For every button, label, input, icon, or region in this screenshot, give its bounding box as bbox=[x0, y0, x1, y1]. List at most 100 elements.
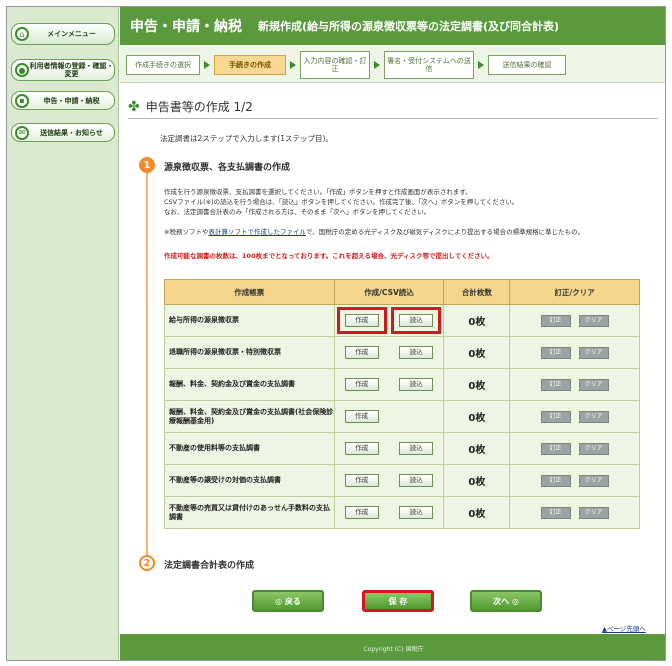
create-button[interactable]: 作成 bbox=[344, 378, 379, 391]
edit-clear-cell: 訂正 クリア bbox=[509, 336, 640, 369]
highlight-box: 作成 bbox=[336, 307, 387, 334]
edit-clear-cell: 訂正 クリア bbox=[509, 400, 640, 433]
page-top-link[interactable]: ▲ページ先頭へ bbox=[602, 623, 646, 633]
clear-button[interactable]: クリア bbox=[578, 474, 609, 487]
step-arrow-icon bbox=[204, 61, 210, 69]
edit-button[interactable]: 訂正 bbox=[540, 346, 571, 359]
sidebar-item-main-menu[interactable]: ⌂ メインメニュー bbox=[11, 23, 115, 45]
edit-clear-cell: 訂正 クリア bbox=[509, 432, 640, 465]
main-content: ✤ 申告書等の作成 1/2 法定調書は2ステップで入力します(1ステップ目)。 … bbox=[120, 83, 665, 634]
create-button[interactable]: 作成 bbox=[344, 314, 379, 327]
total-count: 0枚 bbox=[443, 496, 511, 529]
total-count: 0枚 bbox=[443, 432, 511, 465]
home-icon: ⌂ bbox=[15, 27, 29, 41]
document-name: 報酬、料金、契約金及び賞金の支払調書 bbox=[164, 368, 335, 401]
step-select-procedure[interactable]: 作成手続きの選択 bbox=[126, 55, 200, 75]
total-count: 0枚 bbox=[443, 464, 511, 497]
create-load-cell: 作成 読込 bbox=[333, 432, 445, 465]
create-button[interactable]: 作成 bbox=[344, 346, 379, 359]
total-count: 0枚 bbox=[443, 400, 511, 433]
sidebar-item-label: 送信結果・お知らせ bbox=[40, 128, 103, 137]
step-arrow-icon bbox=[290, 61, 296, 69]
create-button[interactable]: 作成 bbox=[344, 474, 379, 487]
step-confirm-input: 入力内容の確認・訂正 bbox=[300, 51, 370, 79]
note-text: ※税務ソフトや bbox=[164, 228, 209, 236]
table-row: 不動産等の売買又は貸付けのあっせん手数料の支払調書 作成 読込 0枚 訂正 クリア bbox=[164, 496, 640, 529]
step-arrow-icon bbox=[478, 61, 484, 69]
header-subtitle: 新規作成(給与所得の源泉徴収票等の法定調書(及び同合計表) bbox=[258, 20, 560, 33]
edit-clear-cell: 訂正 クリア bbox=[509, 304, 640, 337]
document-name: 不動産の使用料等の支払調書 bbox=[164, 432, 335, 465]
clear-button[interactable]: クリア bbox=[578, 442, 609, 455]
create-button[interactable]: 作成 bbox=[344, 506, 379, 519]
table-row: 不動産の使用料等の支払調書 作成 読込 0枚 訂正 クリア bbox=[164, 432, 640, 465]
load-button[interactable]: 読込 bbox=[399, 346, 434, 359]
document-table: 作成帳票 作成/CSV読込 合計枚数 訂正/クリア 給与所得の源泉徴収票 作成 … bbox=[164, 279, 640, 529]
table-row: 給与所得の源泉徴収票 作成 読込 0枚 訂正 クリア bbox=[164, 304, 640, 337]
edit-button[interactable]: 訂正 bbox=[540, 474, 571, 487]
create-load-cell: 作成 読込 bbox=[333, 336, 445, 369]
intro-text: 法定調書は2ステップで入力します(1ステップ目)。 bbox=[160, 134, 333, 143]
table-row: 不動産等の譲受けの対価の支払調書 作成 読込 0枚 訂正 クリア bbox=[164, 464, 640, 497]
table-row: 報酬、料金、契約金及び賞金の支払調書(社会保険診療報酬基金用) 作成 0枚 訂正… bbox=[164, 400, 640, 433]
section-2-number: 2 bbox=[139, 555, 155, 571]
total-count: 0枚 bbox=[443, 304, 511, 337]
step-sign-send: 署名・受付システムへの送信 bbox=[384, 51, 474, 79]
page-title-text: 申告書等の作成 1/2 bbox=[145, 100, 253, 114]
highlight-box: 読込 bbox=[391, 307, 442, 334]
edit-button[interactable]: 訂正 bbox=[540, 506, 571, 519]
edit-clear-cell: 訂正 クリア bbox=[509, 464, 640, 497]
edit-button[interactable]: 訂正 bbox=[540, 314, 571, 327]
sidebar-item-results[interactable]: ✉ 送信結果・お知らせ bbox=[11, 123, 115, 142]
limit-warning: 作成可能な調書の枚数は、100枚までとなっております。これを超える場合、光ディス… bbox=[164, 252, 494, 260]
load-button[interactable]: 読込 bbox=[399, 314, 434, 327]
create-button[interactable]: 作成 bbox=[344, 442, 379, 455]
edit-button[interactable]: 訂正 bbox=[540, 378, 571, 391]
page-header: 申告・申請・納税 新規作成(給与所得の源泉徴収票等の法定調書(及び同合計表) bbox=[120, 7, 665, 45]
load-button[interactable]: 読込 bbox=[399, 474, 434, 487]
next-button[interactable]: 次へ ◎ bbox=[470, 590, 542, 612]
sidebar-item-label: 申告・申請・納税 bbox=[43, 96, 100, 105]
sidebar-item-filing[interactable]: ▪ 申告・申請・納税 bbox=[11, 91, 115, 110]
total-count: 0枚 bbox=[443, 368, 511, 401]
section-1-title: 源泉徴収票、各支払調書の作成 bbox=[164, 163, 291, 173]
sidebar-item-user-info[interactable]: ● 利用者情報の登録・確認・変更 bbox=[11, 59, 115, 81]
create-load-cell: 作成 読込 bbox=[333, 368, 445, 401]
note-text: で、国税庁の定める光ディスク及び磁気ディスクにより提出する場合の標準規格に準じた… bbox=[305, 228, 585, 236]
edit-clear-cell: 訂正 クリア bbox=[509, 496, 640, 529]
clear-button[interactable]: クリア bbox=[578, 314, 609, 327]
clear-button[interactable]: クリア bbox=[578, 506, 609, 519]
description-line: なお、法定調書合計表のみ「作成される方は、そのまま「次へ」ボタンを押してください… bbox=[164, 208, 431, 216]
header-title: 申告・申請・納税 bbox=[130, 19, 242, 35]
clear-button[interactable]: クリア bbox=[578, 346, 609, 359]
edit-button[interactable]: 訂正 bbox=[540, 410, 571, 423]
spreadsheet-file-link[interactable]: 表計算ソフトで作成したファイル bbox=[208, 228, 306, 236]
sidebar-item-label: メインメニュー bbox=[47, 30, 96, 38]
section-2-title: 法定調書合計表の作成 bbox=[164, 561, 255, 571]
page-title: ✤ 申告書等の作成 1/2 bbox=[128, 95, 658, 119]
edit-button[interactable]: 訂正 bbox=[540, 442, 571, 455]
document-name: 不動産等の譲受けの対価の支払調書 bbox=[164, 464, 335, 497]
load-button[interactable]: 読込 bbox=[399, 442, 434, 455]
column-header: 合計枚数 bbox=[443, 279, 511, 305]
load-button[interactable]: 読込 bbox=[399, 506, 434, 519]
clear-button[interactable]: クリア bbox=[578, 378, 609, 391]
section-connector bbox=[146, 171, 148, 555]
save-button[interactable]: 保 存 bbox=[362, 590, 434, 612]
column-header: 作成/CSV読込 bbox=[333, 279, 445, 305]
document-name: 不動産等の売買又は貸付けのあっせん手数料の支払調書 bbox=[164, 496, 335, 529]
clear-button[interactable]: クリア bbox=[578, 410, 609, 423]
back-button[interactable]: ◎ 戻る bbox=[252, 590, 324, 612]
create-button[interactable]: 作成 bbox=[344, 410, 379, 423]
app-frame: ⌂ メインメニュー ● 利用者情報の登録・確認・変更 ▪ 申告・申請・納税 ✉ … bbox=[6, 6, 666, 661]
document-icon: ▪ bbox=[15, 93, 29, 108]
section-1-number: 1 bbox=[139, 157, 155, 173]
step-bar: 作成手続きの選択 手続きの作成 入力内容の確認・訂正 署名・受付システムへの送信… bbox=[120, 45, 665, 83]
load-button[interactable]: 読込 bbox=[399, 378, 434, 391]
footer: Copyright (C) 国税庁 bbox=[120, 634, 665, 660]
step-create-document: 手続きの作成 bbox=[214, 55, 286, 75]
sidebar-item-label: 利用者情報の登録・確認・変更 bbox=[29, 62, 114, 78]
section-1-description: 作成を行う源泉徴収票、支払調書を選択してください。「作成」ボタンを押すと作成画面… bbox=[164, 187, 654, 217]
description-line: CSVファイル(※)の読込を行う場合は、「読込」ボタンを押してください。作成完了… bbox=[164, 198, 519, 206]
document-name: 報酬、料金、契約金及び賞金の支払調書(社会保険診療報酬基金用) bbox=[164, 400, 335, 433]
